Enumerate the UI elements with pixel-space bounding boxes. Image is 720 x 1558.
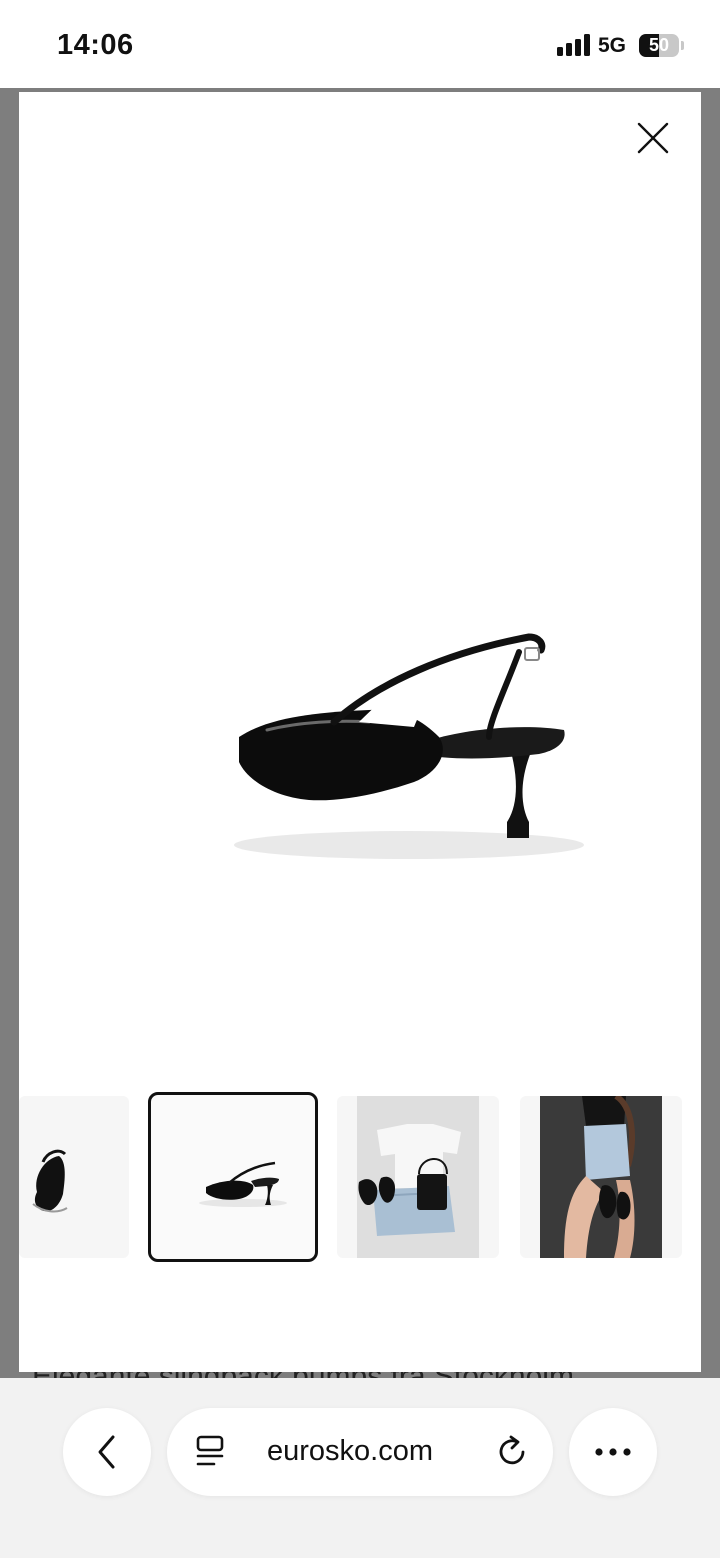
address-bar[interactable]: eurosko.com: [167, 1408, 553, 1496]
reader-icon[interactable]: [195, 1434, 227, 1470]
network-type: 5G: [598, 34, 627, 57]
thumbnail-1[interactable]: [19, 1096, 129, 1258]
browser-toolbar: eurosko.com: [0, 1378, 720, 1558]
battery-icon: 50: [639, 34, 679, 57]
back-button[interactable]: [63, 1408, 151, 1496]
chevron-left-icon: [98, 1435, 115, 1469]
more-button[interactable]: [569, 1408, 657, 1496]
thumbnail-4[interactable]: [520, 1096, 682, 1258]
thumbnail-strip: [19, 1092, 701, 1262]
status-time: 14:06: [57, 29, 134, 61]
more-icon: [595, 1448, 631, 1456]
thumbnail-2[interactable]: [148, 1092, 318, 1262]
close-icon[interactable]: [631, 116, 675, 160]
status-bar: 14:06 5G 50: [0, 0, 720, 88]
reload-icon[interactable]: [495, 1434, 531, 1470]
main-product-image: [234, 633, 584, 859]
thumbnail-2-image: [199, 1161, 287, 1207]
thumbnail-1-image: [32, 1149, 68, 1213]
signal-icon: [557, 34, 591, 56]
thumbnail-3-image: [357, 1096, 479, 1258]
image-gallery-modal: [19, 92, 701, 1372]
thumbnail-3[interactable]: [337, 1096, 499, 1258]
thumbnail-4-image: [540, 1096, 662, 1258]
battery-cap: [681, 41, 684, 50]
url-text[interactable]: eurosko.com: [267, 1435, 433, 1468]
battery-percent: 50: [648, 35, 670, 55]
